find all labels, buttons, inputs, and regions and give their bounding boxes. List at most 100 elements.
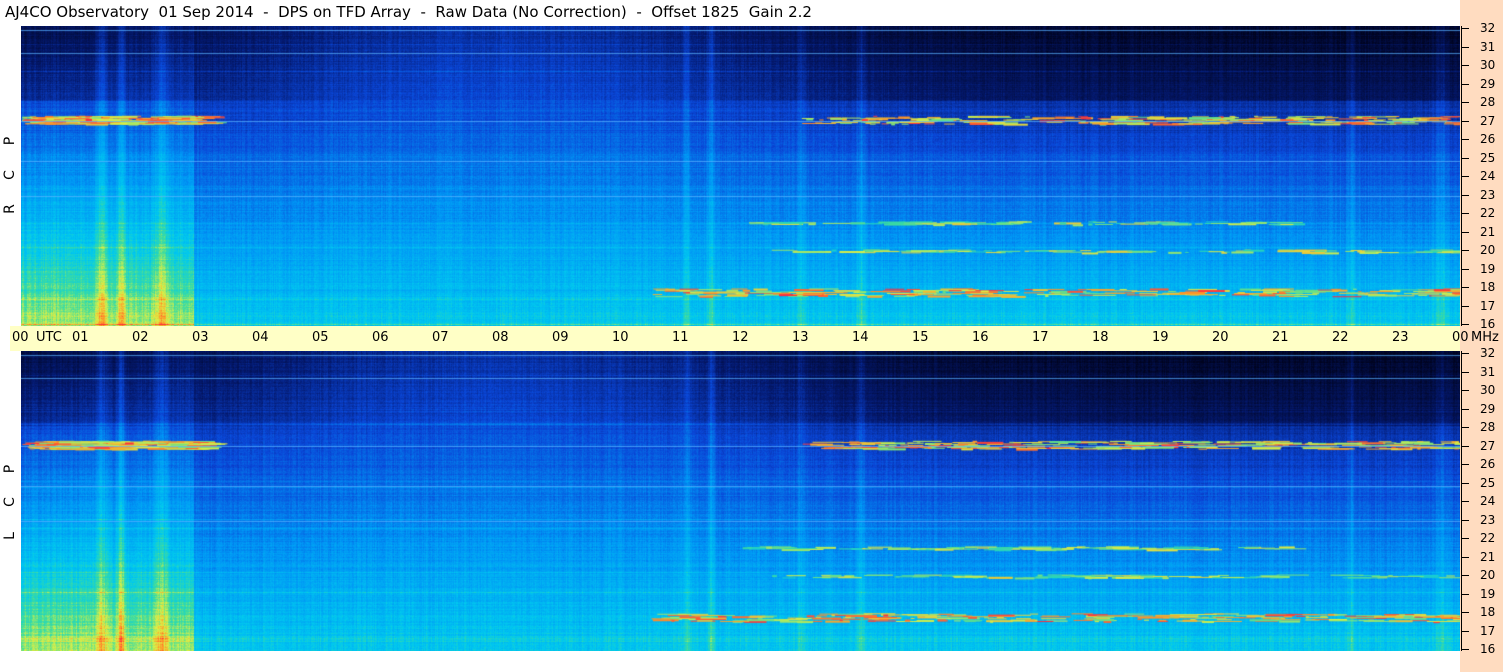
freq-tick-label: 18 xyxy=(1480,280,1496,294)
freq-tick-label: 31 xyxy=(1480,39,1496,54)
time-tick: 20 xyxy=(1212,330,1229,345)
utc-label: UTC xyxy=(36,330,62,345)
freq-tick-mark xyxy=(1461,176,1469,177)
freq-tick-mark xyxy=(1461,556,1469,558)
freq-tick-mark xyxy=(1461,213,1469,214)
freq-tick-mark xyxy=(1461,538,1469,539)
freq-tick-label: 17 xyxy=(1480,298,1496,313)
freq-tick-label: 24 xyxy=(1480,494,1496,508)
freq-tick-label: 28 xyxy=(1480,95,1496,109)
freq-tick-label: 16 xyxy=(1480,642,1496,656)
freq-tick-mark xyxy=(1461,102,1469,103)
lcp-letter-p: P xyxy=(2,464,18,474)
time-tick: 10 xyxy=(612,330,629,345)
freq-tick-mark xyxy=(1461,353,1469,354)
freq-tick-mark xyxy=(1461,28,1469,29)
freq-tick-label: 18 xyxy=(1480,605,1496,619)
time-tick: 12 xyxy=(732,330,749,345)
rcp-spectrogram xyxy=(21,26,1460,326)
freq-tick-label: 26 xyxy=(1480,457,1496,471)
freq-tick-mark xyxy=(1461,408,1469,410)
freq-tick-mark xyxy=(1461,593,1469,595)
time-tick: 16 xyxy=(972,330,989,345)
freq-tick-label: 30 xyxy=(1480,383,1496,397)
freq-tick-mark xyxy=(1461,649,1469,650)
lcp-label-strip: P C L xyxy=(0,351,21,651)
freq-tick-mark xyxy=(1461,482,1469,484)
freq-tick-label: 21 xyxy=(1480,224,1496,239)
freq-tick-mark xyxy=(1461,371,1469,373)
freq-tick-label: 28 xyxy=(1480,420,1496,434)
freq-tick-label: 30 xyxy=(1480,58,1496,72)
rcp-letter-p: P xyxy=(2,136,18,146)
time-tick: 22 xyxy=(1332,330,1349,345)
freq-tick-label: 22 xyxy=(1480,531,1496,545)
freq-tick-label: 29 xyxy=(1480,401,1496,416)
freq-tick-mark xyxy=(1461,157,1469,159)
freq-tick-label: 20 xyxy=(1480,568,1496,582)
freq-tick-mark xyxy=(1461,287,1469,288)
time-tick: 23 xyxy=(1392,330,1409,345)
time-axis-bar: 00 01 02 03 04 05 06 07 08 09 10 11 12 13 14 15 16 17 18 19… xyxy=(10,326,1499,351)
time-tick: 00 xyxy=(12,330,29,345)
freq-tick-label: 25 xyxy=(1480,150,1496,165)
freq-tick-label: 24 xyxy=(1480,169,1496,183)
time-tick: 17 xyxy=(1032,330,1049,345)
freq-tick-mark xyxy=(1461,120,1469,122)
freq-tick-mark xyxy=(1461,231,1469,233)
time-tick: 15 xyxy=(912,330,929,345)
time-tick: 07 xyxy=(432,330,449,345)
time-tick: 05 xyxy=(312,330,329,345)
freq-tick-label: 23 xyxy=(1480,512,1496,527)
freq-tick-mark xyxy=(1461,445,1469,447)
time-tick: 18 xyxy=(1092,330,1109,345)
freq-tick-mark xyxy=(1461,519,1469,521)
freq-tick-mark xyxy=(1461,324,1469,325)
time-tick: 01 xyxy=(72,330,89,345)
freq-tick-label: 21 xyxy=(1480,549,1496,564)
freq-tick-mark xyxy=(1461,250,1469,251)
freq-tick-mark xyxy=(1461,575,1469,576)
lcp-letter-l: L xyxy=(2,532,18,540)
time-tick: 03 xyxy=(192,330,209,345)
freq-tick-label: 25 xyxy=(1480,475,1496,490)
rcp-letter-r: R xyxy=(2,204,18,214)
time-tick: 09 xyxy=(552,330,569,345)
freq-tick-mark xyxy=(1461,139,1469,140)
freq-tick-mark xyxy=(1461,194,1469,196)
freq-tick-label: 17 xyxy=(1480,623,1496,638)
freq-tick-mark xyxy=(1461,464,1469,465)
freq-tick-label: 27 xyxy=(1480,113,1496,128)
time-tick: 21 xyxy=(1272,330,1289,345)
freq-tick-label: 31 xyxy=(1480,364,1496,379)
time-tick: 13 xyxy=(792,330,809,345)
freq-tick-label: 19 xyxy=(1480,261,1496,276)
freq-tick-mark xyxy=(1461,630,1469,632)
lcp-letter-c: C xyxy=(2,497,18,507)
freq-tick-label: 16 xyxy=(1480,317,1496,331)
freq-tick-label: 23 xyxy=(1480,187,1496,202)
freq-tick-label: 20 xyxy=(1480,243,1496,257)
rcp-letter-c: C xyxy=(2,170,18,180)
time-tick: 14 xyxy=(852,330,869,345)
freq-tick-mark xyxy=(1461,427,1469,428)
lcp-spectrogram xyxy=(21,351,1460,651)
freq-tick-mark xyxy=(1461,46,1469,48)
freq-tick-label: 19 xyxy=(1480,586,1496,601)
freq-tick-mark xyxy=(1461,501,1469,502)
time-tick: 00 xyxy=(1452,330,1469,345)
freq-tick-mark xyxy=(1461,65,1469,66)
freq-tick-mark xyxy=(1461,390,1469,391)
time-tick: 04 xyxy=(252,330,269,345)
freq-tick-mark xyxy=(1461,268,1469,270)
freq-tick-label: 32 xyxy=(1480,21,1496,35)
time-tick: 08 xyxy=(492,330,509,345)
chart-title: AJ4CO Observatory 01 Sep 2014 - DPS on T… xyxy=(5,3,812,21)
freq-tick-mark xyxy=(1461,305,1469,307)
freq-tick-label: 22 xyxy=(1480,206,1496,220)
title-bar: AJ4CO Observatory 01 Sep 2014 - DPS on T… xyxy=(0,0,1460,26)
freq-tick-mark xyxy=(1461,83,1469,85)
rcp-label-strip: P C R xyxy=(0,26,21,326)
mhz-label: MHz xyxy=(1471,330,1499,345)
time-tick: 06 xyxy=(372,330,389,345)
